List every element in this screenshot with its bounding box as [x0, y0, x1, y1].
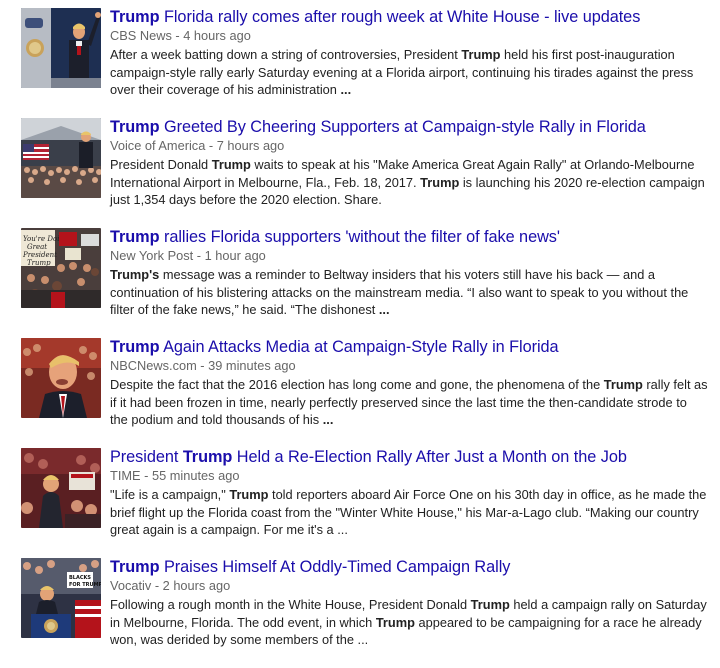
snippet-keyword: Trump	[211, 157, 251, 172]
result-thumbnail[interactable]	[21, 118, 101, 198]
vocativ-podium-crowd-image: BLACKS FOR TRUMP	[21, 558, 101, 638]
news-result: Trump Greeted By Cheering Supporters at …	[0, 118, 720, 228]
result-thumbnail[interactable]: BLACKS FOR TRUMP	[21, 558, 101, 638]
snippet-keyword: ...	[378, 302, 390, 317]
result-meta: NBCNews.com - 39 minutes ago	[110, 358, 296, 373]
result-source: Voice of America	[110, 138, 206, 153]
svg-text:BLACKS: BLACKS	[69, 575, 91, 581]
svg-text:President: President	[22, 251, 57, 259]
news-result: You're Doing Great President Trump Trump…	[0, 228, 720, 338]
result-thumbnail[interactable]	[21, 338, 101, 418]
snippet-keyword: Trump	[470, 597, 510, 612]
svg-text:Great: Great	[27, 243, 47, 251]
snippet-keyword: ...	[340, 82, 352, 97]
nbc-trump-speaking-image	[21, 338, 101, 418]
snippet-keyword: ...	[322, 412, 334, 427]
result-title-link[interactable]: Trump Praises Himself At Oddly-Timed Cam…	[110, 558, 710, 577]
snippet-text: "Life is a campaign,"	[110, 487, 230, 502]
result-snippet: "Life is a campaign," Trump told reporte…	[110, 486, 708, 539]
svg-text:Trump: Trump	[27, 259, 51, 267]
news-result: Trump Again Attacks Media at Campaign-St…	[0, 338, 720, 448]
result-source: Vocativ	[110, 578, 152, 593]
snippet-text: Despite the fact that the 2016 election …	[110, 377, 604, 392]
result-title-link[interactable]: Trump Florida rally comes after rough we…	[110, 8, 710, 27]
result-thumbnail[interactable]	[21, 448, 101, 528]
snippet-text: After a week batting down a string of co…	[110, 47, 462, 62]
result-snippet: Trump's message was a reminder to Beltwa…	[110, 266, 708, 319]
result-thumbnail[interactable]: You're Doing Great President Trump	[21, 228, 101, 308]
result-snippet: Following a rough month in the White Hou…	[110, 596, 708, 649]
result-snippet: President Donald Trump waits to speak at…	[110, 156, 708, 209]
result-title-link[interactable]: President Trump Held a Re-Election Rally…	[110, 448, 710, 467]
time-rally-crowd-image	[21, 448, 101, 528]
result-time: 1 hour ago	[204, 248, 266, 263]
snippet-text: Following a rough month in the White Hou…	[110, 597, 471, 612]
result-meta: TIME - 55 minutes ago	[110, 468, 240, 483]
snippet-keyword: Trump's	[110, 267, 160, 282]
result-time: 7 hours ago	[216, 138, 285, 153]
cbs-trump-airplane-stairs-image	[21, 8, 101, 88]
result-meta: New York Post - 1 hour ago	[110, 248, 266, 263]
result-thumbnail[interactable]	[21, 8, 101, 88]
snippet-keyword: Trump	[375, 614, 415, 630]
result-source: TIME	[110, 468, 141, 483]
result-title-link[interactable]: Trump Again Attacks Media at Campaign-St…	[110, 338, 710, 357]
news-result: Trump Florida rally comes after rough we…	[0, 8, 720, 118]
result-title-link[interactable]: Trump Greeted By Cheering Supporters at …	[110, 118, 710, 137]
result-source: CBS News	[110, 28, 172, 43]
svg-text:FOR TRUMP: FOR TRUMP	[69, 582, 101, 588]
voa-rally-hangar-image	[21, 118, 101, 198]
news-result: BLACKS FOR TRUMP Trump Praises Himself A…	[0, 558, 720, 668]
snippet-keyword: Trump	[461, 47, 501, 62]
result-meta: Voice of America - 7 hours ago	[110, 138, 285, 153]
result-meta: Vocativ - 2 hours ago	[110, 578, 231, 593]
result-snippet: After a week batting down a string of co…	[110, 46, 708, 99]
result-title-link[interactable]: Trump rallies Florida supporters 'withou…	[110, 228, 710, 247]
snippet-text: President Donald	[110, 157, 212, 172]
nypost-supporters-signs-image: You're Doing Great President Trump	[21, 228, 101, 308]
snippet-keyword: Trump	[420, 174, 460, 190]
result-source: NBCNews.com	[110, 358, 197, 373]
result-time: 4 hours ago	[183, 28, 251, 43]
result-time: 55 minutes ago	[151, 468, 240, 483]
result-meta: CBS News - 4 hours ago	[110, 28, 251, 43]
result-time: 39 minutes ago	[208, 358, 296, 373]
result-snippet: Despite the fact that the 2016 election …	[110, 376, 708, 429]
news-result: President Trump Held a Re-Election Rally…	[0, 448, 720, 558]
result-time: 2 hours ago	[162, 578, 231, 593]
snippet-text: message was a reminder to Beltway inside…	[110, 267, 689, 317]
snippet-keyword: Trump	[229, 487, 269, 502]
result-source: New York Post	[110, 248, 194, 263]
snippet-keyword: Trump	[603, 377, 643, 392]
